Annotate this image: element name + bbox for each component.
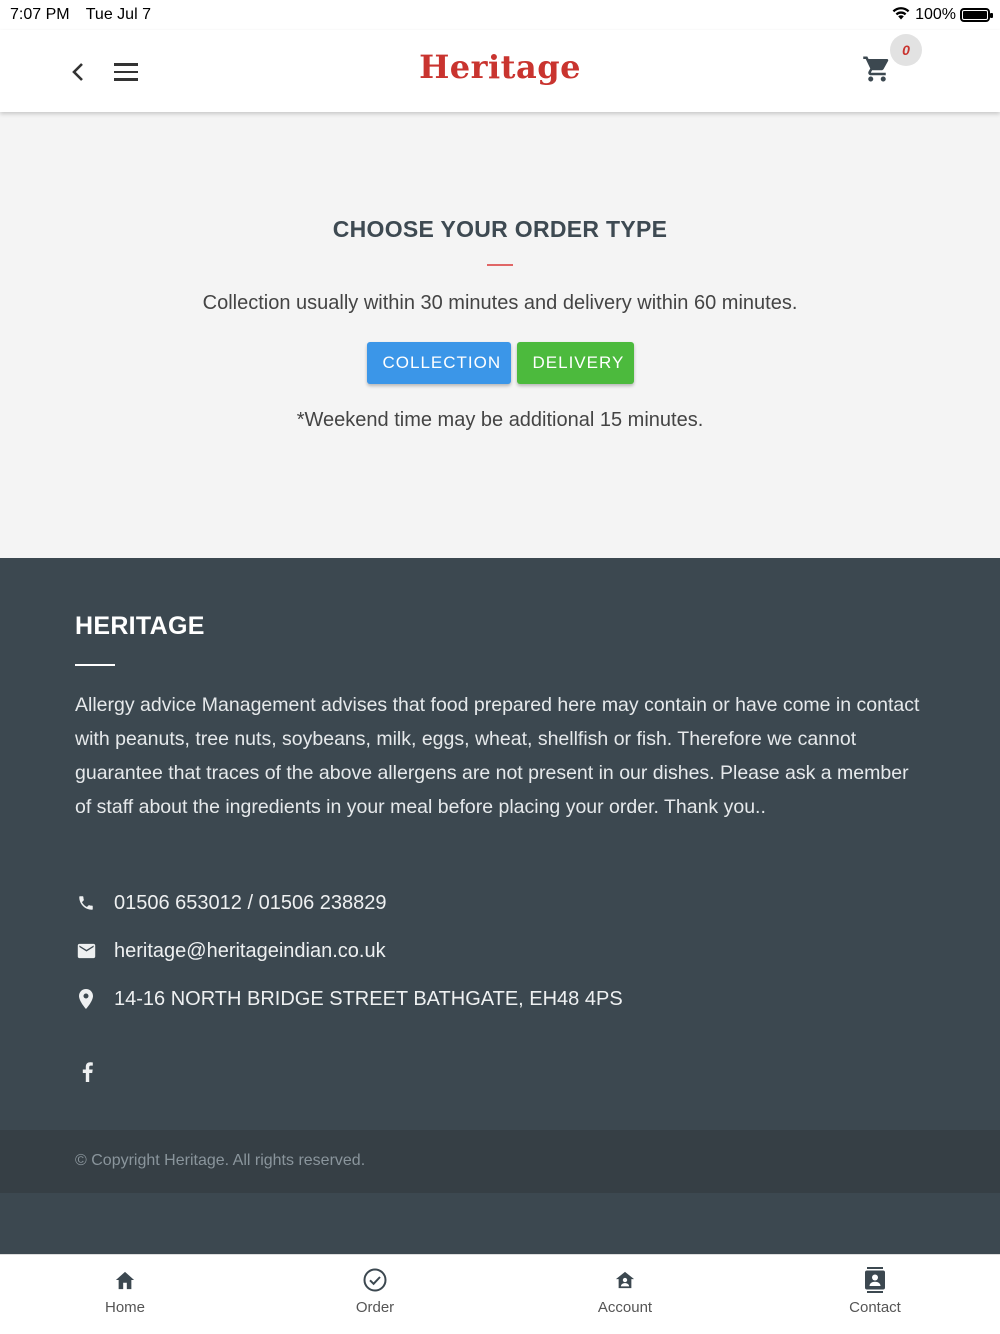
- facebook-link[interactable]: [76, 1058, 98, 1086]
- footer: HERITAGE Allergy advice Management advis…: [0, 558, 1000, 1254]
- check-circle-icon: [362, 1267, 388, 1293]
- tab-contact[interactable]: Contact: [750, 1255, 1000, 1334]
- order-time-info: Collection usually within 30 minutes and…: [202, 292, 798, 314]
- order-type-title: CHOOSE YOUR ORDER TYPE: [332, 216, 668, 242]
- status-right: 100%: [891, 5, 993, 26]
- footer-title: HERITAGE: [75, 612, 205, 640]
- cart-icon: [863, 56, 889, 82]
- bottom-tab-bar: Home Order Account Contact: [0, 1254, 1000, 1334]
- tab-account[interactable]: Account: [500, 1255, 750, 1334]
- cart-button[interactable]: [862, 54, 896, 88]
- tab-label: Home: [104, 1299, 145, 1316]
- contact-icon: [862, 1267, 888, 1293]
- wifi-icon: [891, 5, 911, 26]
- collection-button[interactable]: COLLECTION: [366, 342, 511, 384]
- battery-fill: [963, 11, 987, 19]
- phone-icon: [75, 892, 97, 914]
- status-time: 7:07 PM: [10, 6, 70, 23]
- app-header: Heritage 0: [0, 30, 1000, 112]
- email-address: heritage@heritageindian.co.uk: [114, 939, 386, 962]
- footer-divider: [75, 664, 115, 666]
- brand-logo[interactable]: Heritage: [0, 48, 1000, 86]
- status-date: Tue Jul 7: [85, 6, 151, 23]
- phone-numbers: 01506 653012 / 01506 238829: [114, 891, 387, 914]
- copyright-text: © Copyright Heritage. All rights reserve…: [75, 1152, 366, 1169]
- status-left: 7:07 PM Tue Jul 7: [10, 6, 163, 24]
- home-icon: [112, 1267, 138, 1293]
- facebook-icon: [82, 1062, 93, 1082]
- tab-home[interactable]: Home: [0, 1255, 250, 1334]
- tab-label: Order: [355, 1299, 395, 1316]
- email-icon: [75, 940, 97, 962]
- order-type-section: CHOOSE YOUR ORDER TYPE Collection usuall…: [0, 112, 1000, 558]
- contact-phone[interactable]: 01506 653012 / 01506 238829: [75, 888, 387, 918]
- allergy-advice-text: Allergy advice Management advises that f…: [75, 694, 920, 818]
- delivery-button[interactable]: DELIVERY: [516, 342, 634, 384]
- tab-label: Contact: [849, 1299, 901, 1316]
- contact-address[interactable]: 14-16 NORTH BRIDGE STREET BATHGATE, EH48…: [75, 984, 623, 1014]
- weekend-note: *Weekend time may be additional 15 minut…: [296, 409, 704, 431]
- cart-count-badge: 0: [890, 34, 922, 66]
- battery-icon: [960, 8, 993, 22]
- status-bar: 7:07 PM Tue Jul 7 100%: [0, 0, 1000, 30]
- battery-percent: 100%: [915, 6, 956, 23]
- tab-label: Account: [597, 1299, 653, 1316]
- tab-order[interactable]: Order: [250, 1255, 500, 1334]
- location-pin-icon: [75, 988, 97, 1010]
- order-type-buttons: COLLECTION DELIVERY: [0, 342, 1000, 384]
- account-icon: [612, 1267, 638, 1293]
- title-divider: [487, 264, 513, 266]
- street-address: 14-16 NORTH BRIDGE STREET BATHGATE, EH48…: [114, 987, 623, 1010]
- contact-email[interactable]: heritage@heritageindian.co.uk: [75, 936, 386, 966]
- copyright-bar: © Copyright Heritage. All rights reserve…: [0, 1130, 1000, 1193]
